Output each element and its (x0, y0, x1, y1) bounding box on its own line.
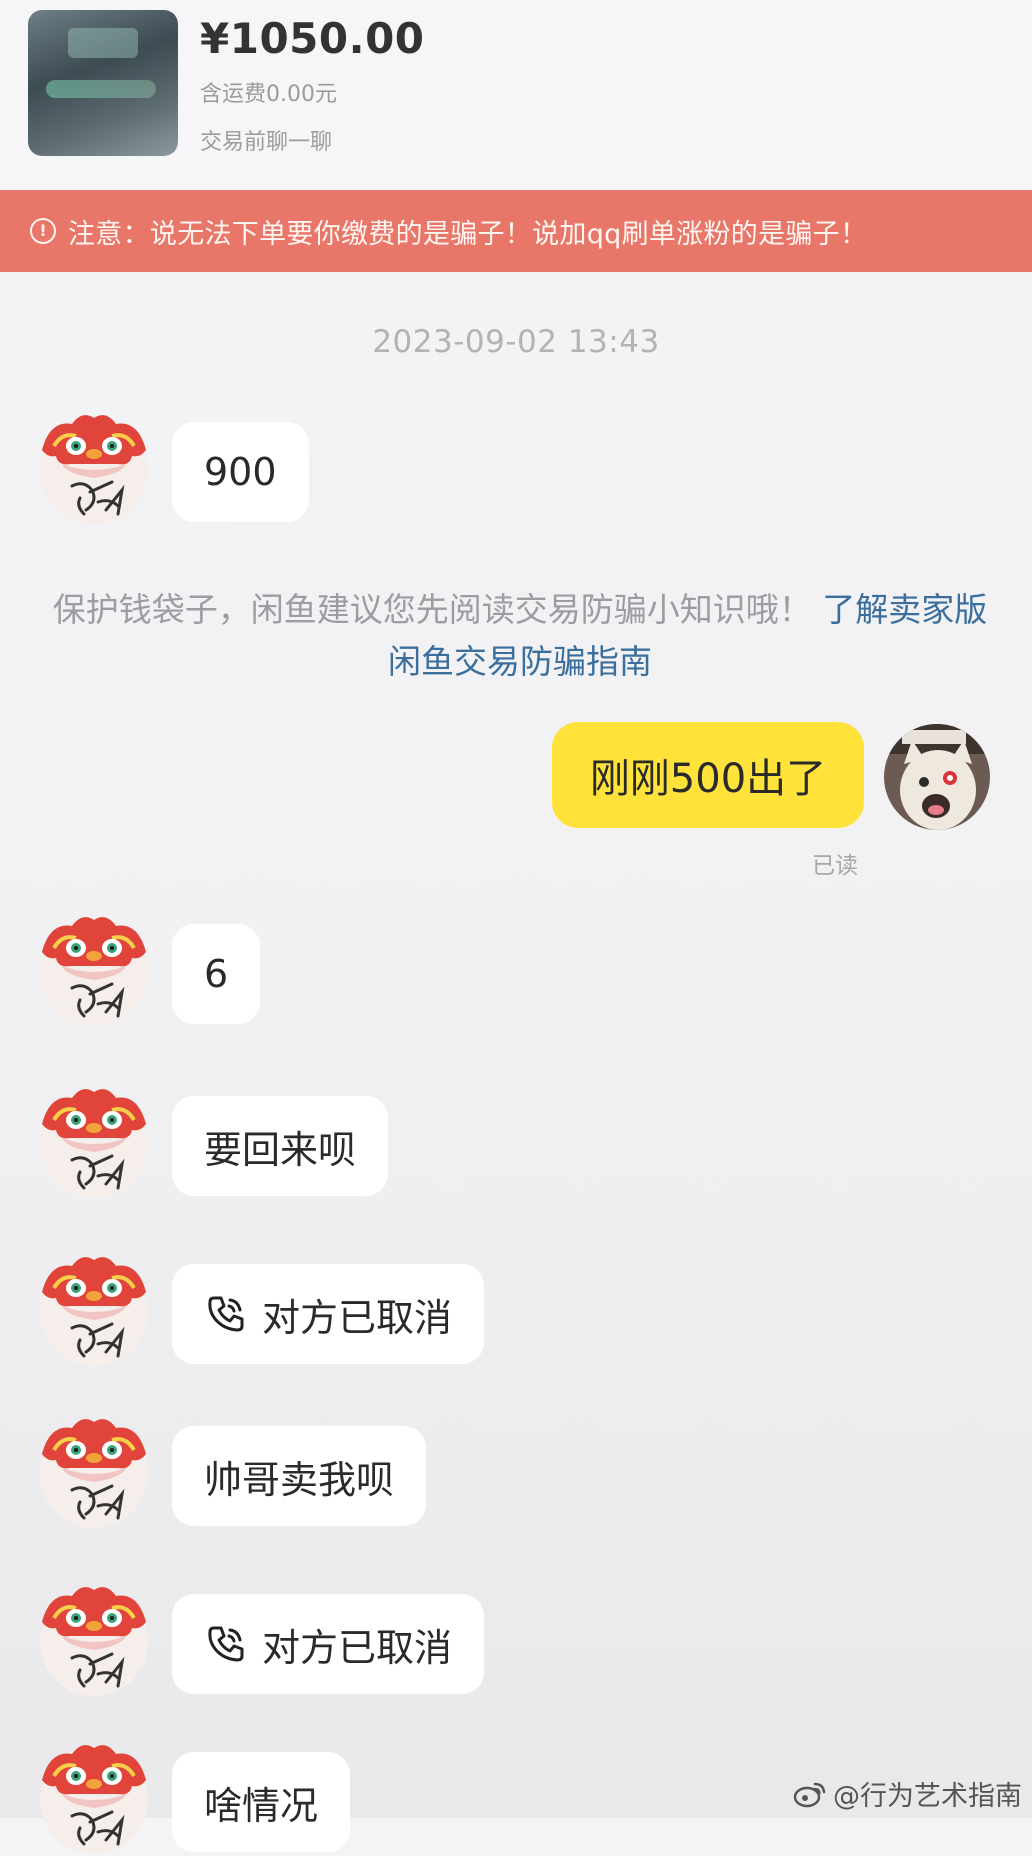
message-bubble[interactable]: 帅哥卖我呗 (172, 1426, 427, 1526)
seller-avatar[interactable] (32, 1410, 156, 1530)
lion-avatar-icon (32, 908, 156, 1028)
chat-timestamp: 2023-09-02 13:43 (372, 324, 660, 360)
call-message-bubble[interactable]: 对方已取消 (172, 1594, 485, 1694)
seller-avatar[interactable] (32, 406, 156, 526)
anti-fraud-notice: 保护钱袋子，闲鱼建议您先阅读交易防骗小知识哦！ 了解卖家版闲鱼交易防骗指南 (40, 584, 1000, 688)
seller-avatar[interactable] (32, 1578, 156, 1698)
lion-avatar-icon (32, 1736, 156, 1856)
product-card[interactable]: ¥1050.00 含运费0.00元 交易前聊一聊 (0, 0, 1032, 190)
scam-warning-banner: ! 注意：说无法下单要你缴费的是骗子！说加qq刷单涨粉的是骗子！ (0, 190, 1032, 272)
lion-avatar-icon (32, 1578, 156, 1698)
product-price: ¥1050.00 (200, 14, 425, 63)
cat-avatar-icon (884, 724, 990, 830)
message-text: 900 (204, 450, 277, 494)
phone-call-icon (204, 1622, 248, 1666)
message-bubble[interactable]: 啥情况 (172, 1752, 351, 1852)
outgoing-message-bubble[interactable]: 刚刚500出了 (552, 722, 864, 828)
my-avatar[interactable] (884, 724, 990, 830)
message-text: 刚刚500出了 (589, 756, 827, 802)
watermark-text: @行为艺术指南 (833, 1781, 1022, 1812)
message-bubble[interactable]: 900 (172, 422, 309, 522)
message-text: 帅哥卖我呗 (204, 1457, 395, 1502)
lion-avatar-icon (32, 406, 156, 526)
thumbnail-highlight (46, 80, 156, 98)
message-bubble[interactable]: 6 (172, 924, 261, 1024)
seller-avatar[interactable] (32, 908, 156, 1028)
info-circle-icon: ! (30, 218, 56, 244)
notice-text: 保护钱袋子，闲鱼建议您先阅读交易防骗小知识哦！ (52, 590, 812, 629)
phone-call-icon (204, 1292, 248, 1336)
message-bubble[interactable]: 要回来呗 (172, 1096, 389, 1196)
product-thumbnail[interactable] (28, 10, 178, 156)
message-text: 6 (204, 952, 229, 996)
seller-avatar[interactable] (32, 1248, 156, 1368)
call-status-text: 对方已取消 (262, 1625, 453, 1670)
thumbnail-shape (68, 28, 138, 58)
lion-avatar-icon (32, 1080, 156, 1200)
seller-avatar[interactable] (32, 1080, 156, 1200)
product-chat-hint: 交易前聊一聊 (200, 130, 333, 155)
message-text: 啥情况 (204, 1783, 319, 1828)
weibo-watermark: @行为艺术指南 (793, 1774, 1022, 1813)
warning-text: 注意：说无法下单要你缴费的是骗子！说加qq刷单涨粉的是骗子！ (68, 218, 868, 250)
call-message-bubble[interactable]: 对方已取消 (172, 1264, 485, 1364)
seller-avatar[interactable] (32, 1736, 156, 1856)
lion-avatar-icon (32, 1410, 156, 1530)
weibo-icon (793, 1780, 827, 1808)
message-text: 要回来呗 (204, 1127, 357, 1172)
lion-avatar-icon (32, 1248, 156, 1368)
product-shipping: 含运费0.00元 (200, 82, 337, 107)
read-receipt: 已读 (812, 853, 858, 879)
call-status-text: 对方已取消 (262, 1295, 453, 1340)
